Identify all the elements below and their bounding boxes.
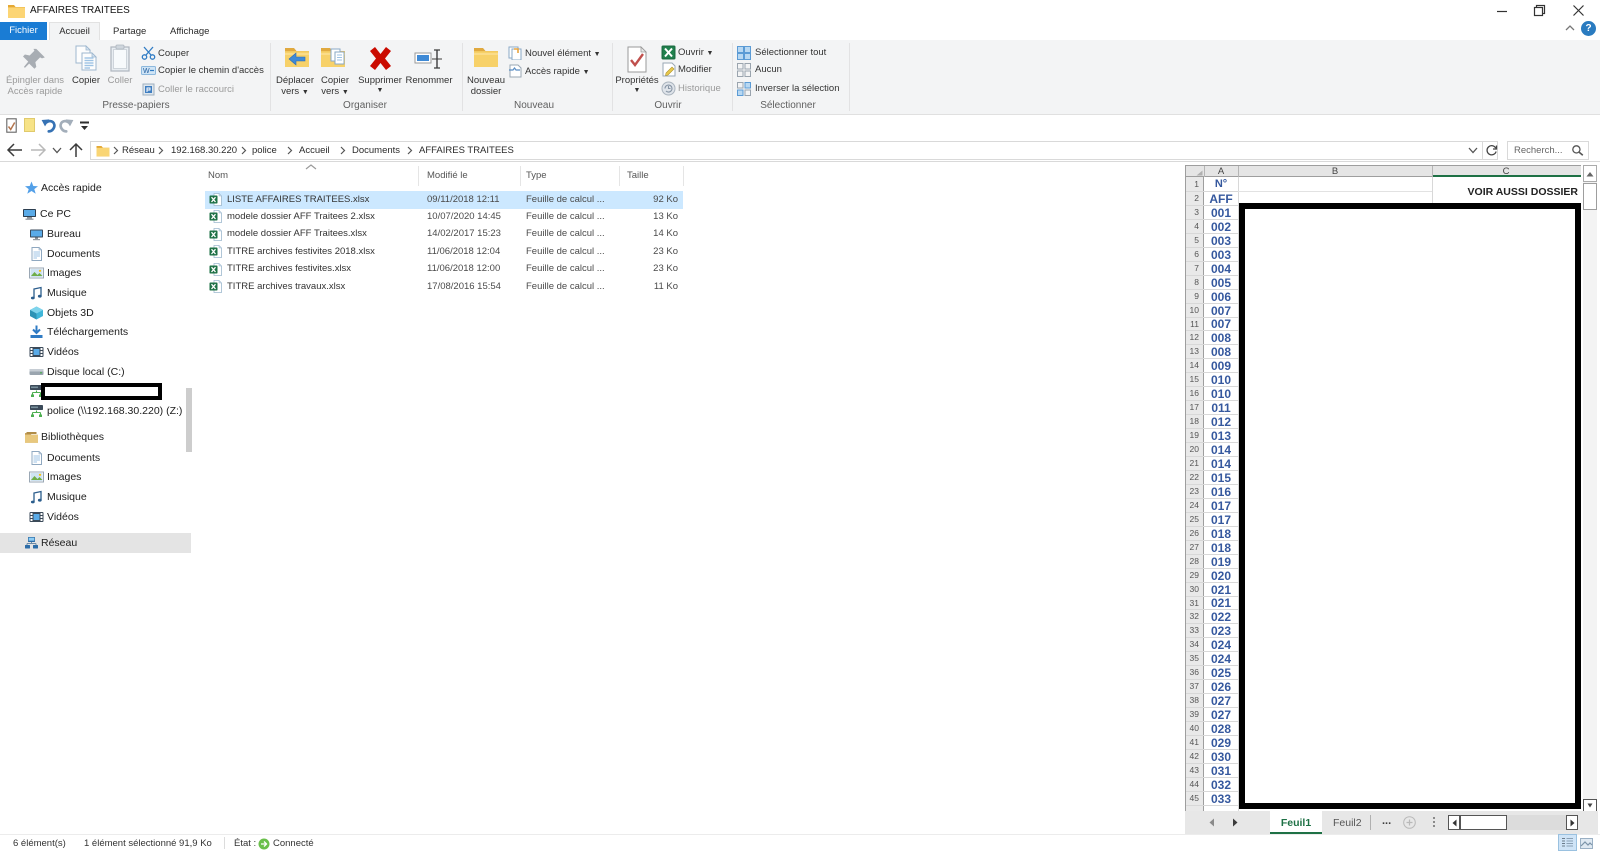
svg-text:W: W — [143, 68, 150, 75]
